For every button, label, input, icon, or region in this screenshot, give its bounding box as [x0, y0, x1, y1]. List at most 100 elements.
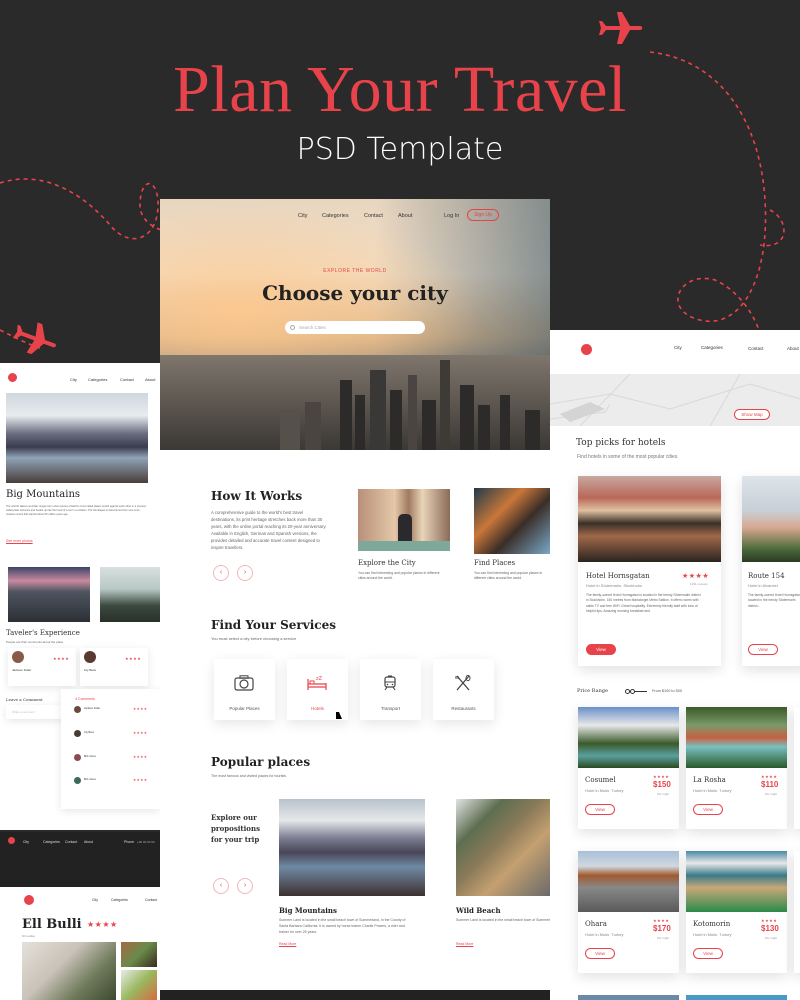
place-title: Big Mountains: [279, 906, 337, 915]
logo-icon: [581, 344, 592, 355]
review-card: ★★★★ Lily Bess: [80, 648, 148, 686]
per-night: Per night: [765, 936, 778, 940]
map-view[interactable]: Show Map: [550, 373, 800, 427]
view-button[interactable]: View: [585, 948, 615, 959]
place-text: Summer Land is located in the small beac…: [279, 918, 406, 934]
hotel-location: Hotel in Alvaneel: [748, 583, 778, 588]
nav-about[interactable]: About: [787, 346, 799, 351]
nav-about[interactable]: About: [145, 377, 155, 382]
explore-city-image: [358, 489, 450, 551]
read-more-link[interactable]: Read More: [279, 942, 296, 946]
service-transport[interactable]: Transport: [360, 659, 421, 720]
avatar: [74, 754, 81, 761]
hotel-name: Route 154: [748, 572, 785, 580]
nav-contact[interactable]: Contact: [65, 840, 77, 844]
popular-subtitle: The most famous and visited places for t…: [211, 774, 287, 778]
nav-categories[interactable]: Categories: [43, 840, 60, 844]
nav-categories[interactable]: Categories: [322, 213, 349, 219]
rating-stars: ★★★★: [133, 755, 148, 759]
hotel-card: Route 154 Hotel in Alvaneel The family-o…: [742, 476, 800, 666]
restaurant-title: Ell Bulli: [22, 917, 82, 932]
city-skyline-image: [160, 355, 550, 450]
view-button[interactable]: View: [693, 804, 723, 815]
nav-contact[interactable]: Contact: [748, 346, 764, 351]
service-label: Hotels: [311, 706, 324, 711]
next-button[interactable]: ›: [237, 565, 253, 581]
experience-subtitle: People are their comments about the plac…: [6, 640, 64, 644]
cutlery-icon: [455, 675, 471, 691]
hotel-card: Hotel Hornsgatan ★★★★ 1231 reviews Hotel…: [578, 476, 721, 666]
hotel-name: Cosumel: [585, 776, 616, 784]
prev-button[interactable]: ‹: [213, 565, 229, 581]
search-placeholder: Search Cities: [299, 325, 326, 330]
hotel-price: $110: [761, 780, 779, 789]
comment-input[interactable]: Write a comment: [6, 705, 66, 719]
mouse-cursor-icon: [336, 712, 342, 719]
price-range-value: From $100 to 500: [652, 689, 682, 693]
banner-subtitle: PSD Template: [296, 132, 504, 167]
view-button[interactable]: View: [586, 644, 616, 655]
prev-button[interactable]: ‹: [213, 878, 229, 894]
nav-city[interactable]: City: [23, 840, 29, 844]
phone-label: Phone: [124, 840, 135, 844]
search-input[interactable]: Search Cities: [285, 321, 425, 334]
service-hotels[interactable]: zZ Hotels: [287, 659, 348, 720]
nav-categories[interactable]: Categories: [111, 898, 128, 902]
nav-contact[interactable]: Contact: [120, 377, 134, 382]
food-image: [121, 970, 157, 1000]
hotel-location: Hotel in Mulin, Turkey: [585, 788, 624, 793]
place-text: Summer Land is located in the small beac…: [456, 918, 550, 922]
hero-section: City Categories Contact About Log In Sig…: [160, 199, 550, 450]
service-popular-places[interactable]: Popular Places: [214, 659, 275, 720]
big-mountains-image: [279, 799, 425, 896]
food-image: [121, 942, 157, 967]
restaurant-mockup: City Categories Contact Ell Bulli ★★★★ S…: [0, 887, 160, 1000]
commenter-name: Bob Jones: [84, 755, 96, 758]
svg-text:zZ: zZ: [316, 676, 323, 682]
nav-about[interactable]: About: [398, 213, 412, 219]
next-button[interactable]: ›: [237, 878, 253, 894]
hotel-description: The family-owned Hotel Hornsgatan is loc…: [748, 593, 800, 608]
show-map-button[interactable]: Show Map: [734, 409, 770, 420]
footer-bar: [160, 990, 550, 1000]
services-title: Find Your Services: [211, 618, 336, 632]
signup-button[interactable]: Sign Up: [467, 209, 499, 221]
hotel-card: [794, 707, 800, 829]
nav-categories[interactable]: Categories: [701, 345, 723, 350]
explore-city-text: You can find interesting and popular pla…: [358, 571, 440, 580]
nav-about[interactable]: About: [84, 840, 93, 844]
rating-stars: ★★★★: [133, 707, 148, 711]
read-more-link[interactable]: Read More: [456, 942, 473, 946]
price-range-slider[interactable]: [625, 689, 647, 694]
how-it-works-text: A comprehensive guide to the world's bes…: [211, 510, 327, 550]
train-icon: [384, 675, 396, 691]
experience-title: Taveler's Experience: [6, 629, 80, 637]
service-restaurants[interactable]: Restaurants: [433, 659, 494, 720]
article-text: The world's tallest mountain ranges form…: [6, 505, 146, 517]
nav-city[interactable]: City: [92, 898, 98, 902]
nav-city[interactable]: City: [298, 213, 307, 219]
hotel-image: [578, 707, 679, 768]
review-card: ★★★★ Jackson Fuller: [8, 648, 76, 686]
bed-icon: zZ: [307, 676, 327, 690]
avatar: [12, 651, 24, 663]
view-button[interactable]: View: [748, 644, 778, 655]
nav-city[interactable]: City: [674, 345, 682, 350]
hero-eyebrow: EXPLORE THE WORLD: [323, 268, 387, 274]
login-link[interactable]: Log In: [444, 213, 459, 219]
commenter-name: Lily Bess: [84, 731, 95, 734]
restaurant-header-bar: City Categories Contact About Phone +00 …: [0, 832, 160, 887]
nav-contact[interactable]: Contact: [364, 213, 383, 219]
nav-city[interactable]: City: [70, 377, 77, 382]
view-button[interactable]: View: [585, 804, 615, 815]
article-link[interactable]: See more photos: [6, 539, 33, 543]
nav-contact[interactable]: Contact: [145, 898, 157, 902]
view-button[interactable]: View: [693, 948, 723, 959]
hotel-image: [578, 476, 721, 562]
rating-stars: ★★★★: [761, 918, 778, 923]
top-picks-subtitle: Find hotels in some of the most popular …: [577, 454, 678, 460]
logo-icon: [24, 895, 34, 905]
comment-title: Leave a Comment: [6, 697, 43, 702]
nav-categories[interactable]: Categories: [88, 377, 107, 382]
service-label: Transport: [380, 706, 401, 711]
